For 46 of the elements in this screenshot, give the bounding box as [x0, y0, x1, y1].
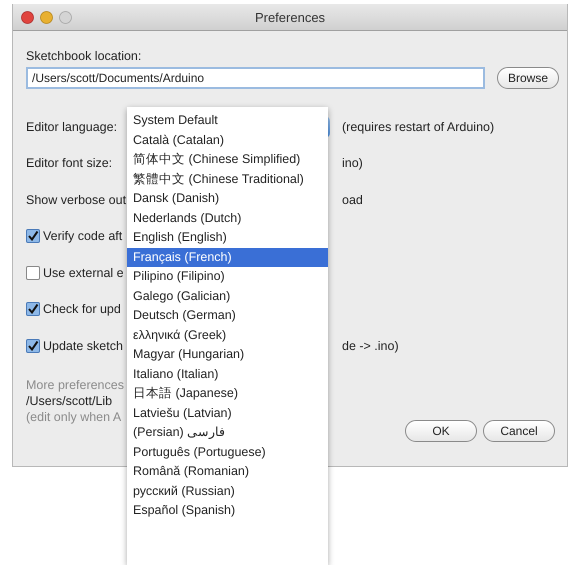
- ok-button[interactable]: OK: [405, 420, 477, 442]
- checkbox[interactable]: [26, 302, 40, 316]
- menu-item[interactable]: System Default: [127, 111, 328, 130]
- menu-item[interactable]: Pilipino (Filipino): [127, 267, 328, 286]
- menu-item[interactable]: Galego (Galician): [127, 286, 328, 306]
- menu-item[interactable]: Português (Portuguese): [127, 442, 328, 462]
- setting-label: Show verbose out: [26, 192, 126, 207]
- setting-label: Use external e: [43, 266, 124, 280]
- checkbox[interactable]: [26, 266, 40, 280]
- browse-button[interactable]: Browse: [496, 67, 559, 89]
- setting-note: oad: [342, 192, 363, 207]
- menu-item[interactable]: Español (Spanish): [127, 501, 328, 520]
- menu-item[interactable]: 日本語 (Japanese): [127, 384, 328, 404]
- menu-item[interactable]: Dansk (Danish): [127, 189, 328, 208]
- menu-item[interactable]: (Persian) فارسی: [127, 423, 328, 442]
- preferences-path: /Users/scott/Lib: [26, 394, 112, 408]
- menu-item[interactable]: Deutsch (German): [127, 306, 328, 326]
- menu-item[interactable]: Română (Romanian): [127, 462, 328, 482]
- menu-item[interactable]: 简体中文 (Chinese Simplified): [127, 150, 328, 170]
- setting-note: ino): [342, 156, 363, 170]
- setting-label: Check for upd: [43, 302, 121, 316]
- menu-item[interactable]: 繁體中文 (Chinese Traditional): [127, 170, 328, 189]
- hint-text: More preferences: [26, 378, 124, 392]
- setting-label: Editor font size:: [26, 156, 112, 170]
- setting-label: Editor language:: [26, 120, 118, 134]
- setting-note: de -> .ino): [342, 338, 399, 353]
- close-icon[interactable]: [21, 10, 34, 24]
- field-label: Sketchbook location:: [26, 49, 142, 63]
- setting-note: (requires restart of Arduino): [342, 120, 494, 134]
- cancel-button[interactable]: Cancel: [483, 420, 555, 442]
- checkbox[interactable]: [26, 229, 40, 244]
- checkbox[interactable]: [26, 338, 40, 353]
- window-title: Preferences: [254, 10, 326, 24]
- menu-item[interactable]: Nederlands (Dutch): [127, 208, 328, 228]
- menu-item[interactable]: Latviešu (Latvian): [127, 404, 328, 423]
- menu-item[interactable]: Català (Catalan): [127, 130, 328, 150]
- menu-item[interactable]: русский (Russian): [127, 482, 328, 501]
- setting-label: Update sketch: [43, 338, 123, 353]
- menu-item[interactable]: Magyar (Hungarian): [127, 345, 328, 364]
- location-field[interactable]: /Users/scott/Documents/Arduino: [26, 67, 485, 89]
- menu-item[interactable]: English (English): [127, 228, 328, 248]
- menu-item[interactable]: ελληνικά (Greek): [127, 326, 328, 345]
- hint-text: (edit only when A: [26, 410, 122, 424]
- menu-item[interactable]: Français (French): [127, 248, 328, 267]
- menu-item[interactable]: Italiano (Italian): [127, 364, 328, 384]
- setting-label: Verify code aft: [43, 229, 122, 244]
